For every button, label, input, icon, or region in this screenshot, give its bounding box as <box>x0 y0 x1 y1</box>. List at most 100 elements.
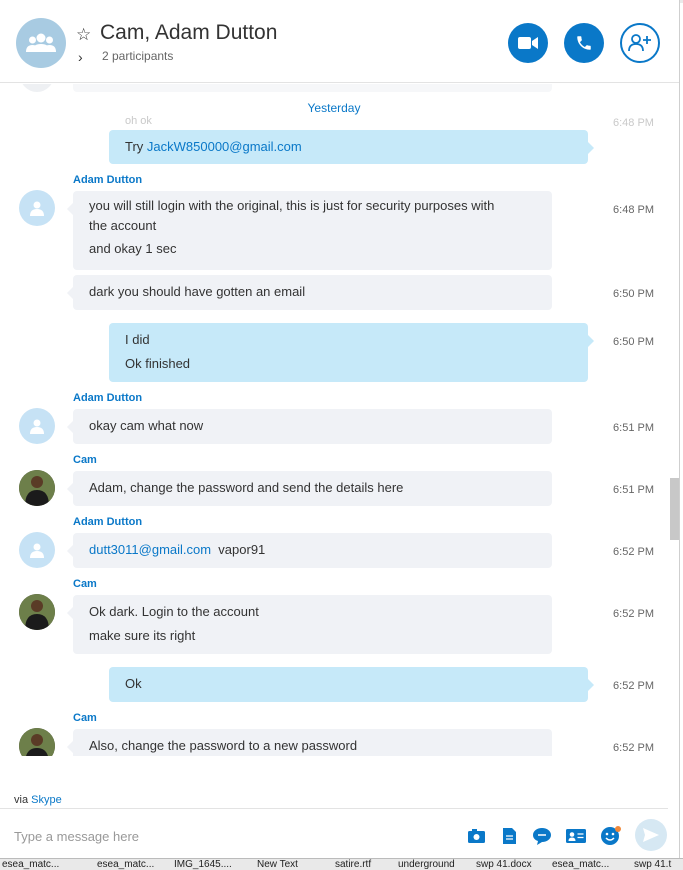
default-user-icon <box>30 419 44 434</box>
message-bubble-outgoing[interactable]: Try JackW850000@gmail.com <box>109 130 594 164</box>
message-text: you will still login with the original, … <box>89 198 495 213</box>
message-bubble-incoming[interactable]: dutt3011@gmail.com vapor91 <box>67 533 552 568</box>
sender-name: Adam Dutton <box>73 392 143 404</box>
emoticon-button[interactable] <box>600 826 622 845</box>
message-bubble-incoming[interactable]: okay cam what now <box>67 409 552 444</box>
message-text: okay cam what now <box>89 418 204 433</box>
windows-taskbar: esea_matc... esea_matc... IMG_1645.... N… <box>0 858 683 870</box>
timestamp: 6:52 PM <box>613 680 654 692</box>
taskbar-item[interactable]: New Text <box>257 859 298 870</box>
message-text: dark you should have gotten an email <box>89 284 306 299</box>
message-text: Adam, change the password and send the d… <box>89 480 404 495</box>
contact-card-icon <box>566 829 586 843</box>
avatar[interactable] <box>19 532 55 568</box>
message-bubble-incoming[interactable]: Ok dark. Login to the account make sure … <box>67 595 552 654</box>
message-text: Ok <box>125 676 142 691</box>
avatar[interactable] <box>19 408 55 444</box>
sender-name: Cam <box>73 578 97 590</box>
image-icon <box>467 829 485 843</box>
message-input[interactable]: Type a message here <box>14 829 139 844</box>
message-list[interactable]: oh ok 6:48 PM Yesterday Try JackW850000@… <box>0 84 668 756</box>
avatar[interactable] <box>19 728 55 756</box>
faded-timestamp: 6:48 PM <box>613 117 654 129</box>
timestamp: 6:52 PM <box>613 742 654 754</box>
cam-profile-photo <box>19 470 55 506</box>
send-contact-button[interactable] <box>566 827 586 845</box>
message-text: and okay 1 sec <box>89 241 177 256</box>
conversation-header: ☆ Cam, Adam Dutton › 2 participants <box>0 3 679 83</box>
participants-count[interactable]: 2 participants <box>102 49 173 63</box>
via-label: via Skype <box>14 794 62 806</box>
avatar[interactable] <box>19 594 55 630</box>
timestamp: 6:52 PM <box>613 546 654 558</box>
file-icon <box>502 828 516 844</box>
timestamp: 6:52 PM <box>613 608 654 620</box>
taskbar-item[interactable]: esea_matc... <box>552 859 609 870</box>
taskbar-item[interactable]: IMG_1645.... <box>174 859 232 870</box>
message-text: vapor91 <box>211 542 266 557</box>
via-prefix: via <box>14 794 32 806</box>
compose-bar: Type a message here <box>0 808 668 858</box>
timestamp: 6:50 PM <box>613 336 654 348</box>
message-text: make sure its right <box>89 628 196 643</box>
message-bubble-incoming[interactable]: Adam, change the password and send the d… <box>67 471 552 506</box>
email-link[interactable]: dutt3011@gmail.com <box>89 542 211 557</box>
email-link[interactable]: JackW850000@gmail.com <box>147 139 302 154</box>
audio-call-button[interactable] <box>564 23 604 63</box>
taskbar-item[interactable]: satire.rtf <box>335 859 371 870</box>
timestamp: 6:48 PM <box>613 204 654 216</box>
avatar[interactable] <box>19 190 55 226</box>
group-people-icon <box>26 33 56 52</box>
cam-profile-photo <box>19 594 55 630</box>
scrollbar-track[interactable] <box>668 84 679 756</box>
message-text: the account <box>89 218 157 233</box>
scrollbar-thumb[interactable] <box>670 478 679 540</box>
message-bubble-outgoing[interactable]: I did Ok finished <box>109 323 594 382</box>
taskbar-item[interactable]: esea_matc... <box>97 859 154 870</box>
default-user-icon <box>30 201 44 216</box>
chevron-right-icon[interactable]: › <box>78 50 83 64</box>
skype-link[interactable]: Skype <box>31 794 62 806</box>
add-participant-button[interactable] <box>620 23 660 63</box>
sender-name: Adam Dutton <box>73 516 143 528</box>
message-text: I did <box>125 332 150 347</box>
taskbar-item[interactable]: esea_matc... <box>2 859 59 870</box>
send-button[interactable] <box>635 819 667 851</box>
sender-name: Cam <box>73 712 97 724</box>
conversation-title: Cam, Adam Dutton <box>100 21 278 44</box>
send-arrow-icon <box>643 828 659 842</box>
video-camera-icon <box>518 37 538 49</box>
skype-chat-window: ☆ Cam, Adam Dutton › 2 participants oh o… <box>0 0 680 858</box>
avatar[interactable] <box>19 470 55 506</box>
taskbar-item[interactable]: swp 41.t <box>634 859 671 870</box>
phone-icon <box>577 36 591 50</box>
send-video-message-button[interactable] <box>533 827 551 845</box>
taskbar-item[interactable]: swp 41.docx <box>476 859 532 870</box>
sender-name: Cam <box>73 454 97 466</box>
cam-profile-photo <box>19 728 55 756</box>
chat-bubble-icon <box>533 827 551 845</box>
sender-name: Adam Dutton <box>73 174 143 186</box>
timestamp: 6:50 PM <box>613 288 654 300</box>
timestamp: 6:51 PM <box>613 422 654 434</box>
video-call-button[interactable] <box>508 23 548 63</box>
send-file-button[interactable] <box>500 827 518 845</box>
message-bubble-incoming[interactable]: you will still login with the original, … <box>67 191 552 270</box>
send-photo-button[interactable] <box>467 827 485 845</box>
message-bubble-incoming[interactable]: dark you should have gotten an email <box>67 275 552 310</box>
timestamp: 6:51 PM <box>613 484 654 496</box>
message-text: Ok finished <box>125 356 191 371</box>
add-person-icon <box>628 34 651 52</box>
favorite-star-icon[interactable]: ☆ <box>76 25 91 45</box>
message-text: Also, change the password to a new passw… <box>89 738 358 753</box>
previous-avatar <box>20 84 54 92</box>
message-bubble-incoming[interactable]: Also, change the password to a new passw… <box>67 729 552 756</box>
faded-message: oh ok <box>125 115 152 127</box>
group-avatar[interactable] <box>16 18 66 68</box>
message-text: Ok dark. Login to the account <box>89 604 259 619</box>
message-text: Try <box>125 139 147 154</box>
message-list-fade <box>0 756 668 784</box>
taskbar-item[interactable]: underground <box>398 859 455 870</box>
smiley-icon <box>601 826 621 845</box>
message-bubble-outgoing[interactable]: Ok <box>109 667 594 702</box>
